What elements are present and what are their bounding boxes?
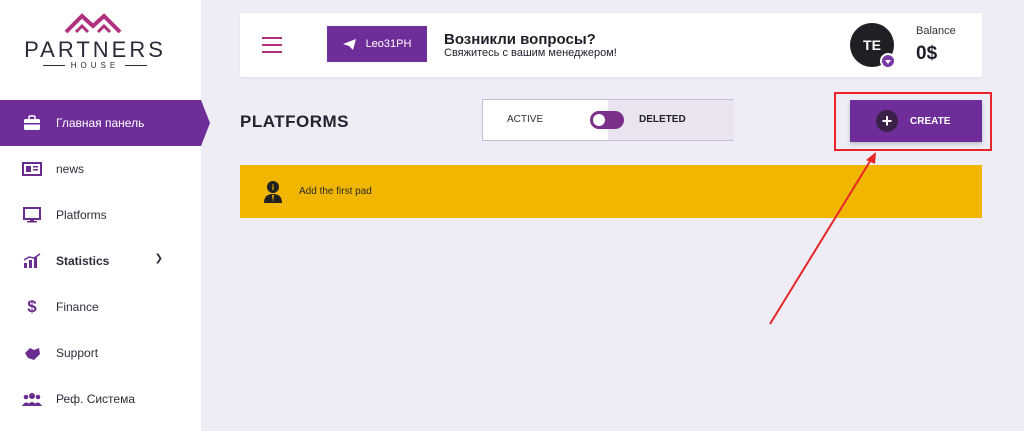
logo[interactable]: PARTNERS HOUSE — [0, 8, 190, 78]
create-button-label: CREATE — [910, 115, 951, 127]
dropdown-arrow-icon[interactable] — [880, 53, 896, 69]
users-icon — [22, 389, 42, 409]
sidebar-nav: Главная панель news Platforms Statistics… — [0, 100, 210, 422]
sidebar-item-referral[interactable]: Реф. Система — [0, 376, 201, 422]
chart-icon — [22, 251, 42, 271]
telegram-manager-button[interactable]: Leo31PH — [327, 26, 427, 62]
sidebar-item-statistics[interactable]: Statistics ❯ — [0, 238, 201, 284]
sidebar-item-news[interactable]: news — [0, 146, 201, 192]
sidebar-item-finance[interactable]: $ Finance — [0, 284, 201, 330]
info-person-icon: i — [262, 180, 284, 209]
sidebar-item-label: Главная панель — [56, 116, 145, 130]
sidebar-item-label: news — [56, 162, 85, 176]
toggle-label-deleted[interactable]: DELETED — [639, 114, 686, 125]
notice-text: Add the first pad — [299, 186, 372, 197]
handshake-icon — [22, 343, 42, 363]
telegram-icon — [342, 38, 356, 50]
telegram-username: Leo31PH — [365, 38, 412, 50]
svg-text:i: i — [272, 183, 274, 192]
toggle-label-active[interactable]: ACTIVE — [507, 114, 543, 125]
sidebar: PARTNERS HOUSE Главная панель news Platf… — [0, 0, 210, 431]
house-roof-icon — [64, 13, 122, 34]
sidebar-item-label: Support — [56, 346, 99, 360]
sidebar-item-label: Platforms — [56, 208, 107, 222]
newspaper-icon — [22, 159, 42, 179]
top-bar: Leo31PH Возникли вопросы? Свяжитесь с ва… — [240, 13, 982, 77]
balance-value: 0$ — [916, 43, 938, 64]
logo-subtext: HOUSE — [22, 61, 168, 70]
logo-text: PARTNERS — [24, 37, 166, 62]
question-subtitle: Свяжитесь с вашим менеджером! — [444, 47, 617, 59]
status-toggle: ACTIVE DELETED — [482, 99, 734, 141]
chevron-down-icon[interactable]: ❯ — [155, 253, 163, 264]
sidebar-item-platforms[interactable]: Platforms — [0, 192, 201, 238]
dollar-icon: $ — [27, 297, 37, 316]
toggle-switch[interactable] — [590, 111, 624, 129]
balance-label: Balance — [916, 25, 956, 37]
sidebar-item-dashboard[interactable]: Главная панель — [0, 100, 210, 146]
page-title: PLATFORMS — [240, 112, 350, 131]
plus-icon: + — [876, 110, 898, 132]
create-button[interactable]: + CREATE — [850, 100, 982, 142]
monitor-icon — [22, 205, 42, 225]
sidebar-item-label: Statistics — [56, 254, 110, 268]
sidebar-item-label: Finance — [56, 300, 99, 314]
sidebar-item-support[interactable]: Support — [0, 330, 201, 376]
menu-icon[interactable] — [262, 37, 282, 53]
empty-notice: i Add the first pad — [240, 165, 982, 218]
question-title: Возникли вопросы? — [444, 31, 596, 48]
sidebar-item-label: Реф. Система — [56, 392, 136, 406]
briefcase-icon — [22, 113, 42, 133]
